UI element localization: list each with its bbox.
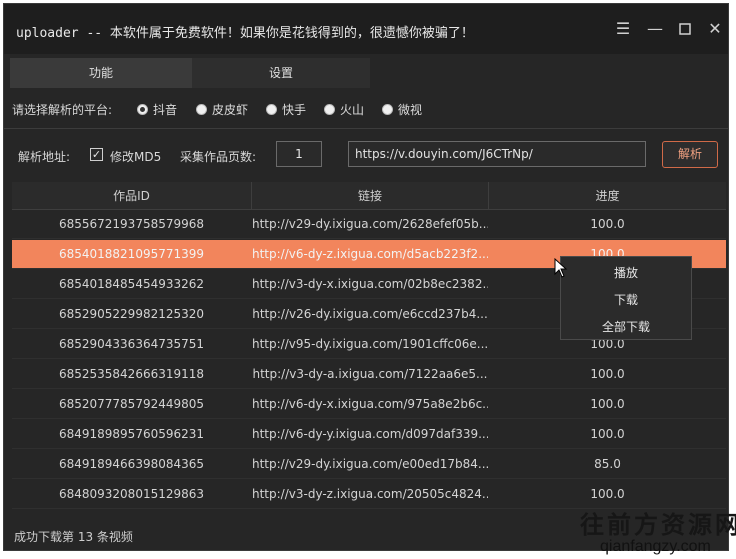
cell-link: http://v6-dy-y.ixigua.com/d097daf339... xyxy=(252,427,488,441)
row-separator xyxy=(12,448,726,449)
platform-selector: 请选择解析的平台: 抖音 皮皮虾 快手 火山 微视 xyxy=(4,98,728,120)
cell-id: 6852905229982125320 xyxy=(58,307,205,321)
row-separator xyxy=(12,358,726,359)
modify-md5-checkbox[interactable]: ✓ xyxy=(90,148,103,161)
window-title: uploader -- 本软件属于免费软件！如果你是花钱得到的，很遗憾你被骗了！ xyxy=(16,26,474,41)
cell-link: http://v29-dy.ixigua.com/e00ed17b84... xyxy=(252,457,488,471)
row-separator xyxy=(12,478,726,479)
radio-kuaishou[interactable]: 快手 xyxy=(266,100,306,118)
cell-id: 6854018485454933262 xyxy=(58,277,205,291)
radio-pipixia[interactable]: 皮皮虾 xyxy=(196,100,248,118)
radio-unchecked-icon xyxy=(266,103,277,115)
cell-progress: 100.0 xyxy=(590,427,625,441)
cell-link: http://v29-dy.ixigua.com/2628efef05b... xyxy=(252,217,488,231)
cell-id: 6855672193758579968 xyxy=(58,217,205,231)
radio-label: 微视 xyxy=(398,102,423,117)
row-separator xyxy=(12,238,726,239)
table-row[interactable]: 6852077785792449805 http://v6-dy-x.ixigua… xyxy=(12,390,726,418)
mouse-cursor-icon xyxy=(554,258,568,278)
tab-function[interactable]: 功能 xyxy=(10,58,192,88)
cell-link: http://v26-dy.ixigua.com/e6ccd237b4... xyxy=(252,307,488,321)
table-row[interactable]: 6855672193758579968 http://v29-dy.ixigua.… xyxy=(12,210,726,238)
context-menu-play[interactable]: 播放 xyxy=(561,260,691,286)
radio-unchecked-icon xyxy=(196,103,207,115)
table-row[interactable]: 6849189895760596231 http://v6-dy-y.ixigua… xyxy=(12,420,726,448)
cell-progress: 100.0 xyxy=(590,367,625,381)
cell-id: 6849189895760596231 xyxy=(58,427,205,441)
table-header: 作品ID 链接 进度 xyxy=(12,182,726,210)
pages-input[interactable]: 1 xyxy=(276,141,322,167)
tab-bar: 功能 设置 xyxy=(4,58,728,88)
column-header-progress[interactable]: 进度 xyxy=(489,182,726,210)
table-row[interactable]: 6852535842666319118 http://v3-dy-a.ixigua… xyxy=(12,360,726,388)
parse-address-label: 解析地址: xyxy=(18,150,71,164)
close-icon[interactable]: ✕ xyxy=(704,18,726,40)
radio-huoshan[interactable]: 火山 xyxy=(324,100,364,118)
maximize-icon[interactable] xyxy=(674,18,696,40)
radio-douyin[interactable]: 抖音 xyxy=(137,100,177,118)
hamburger-icon[interactable]: ☰ xyxy=(612,18,634,40)
cell-link: http://v3-dy-z.ixigua.com/20505c4824... xyxy=(252,487,488,501)
cell-link: http://v6-dy-x.ixigua.com/975a8e2b6c... xyxy=(252,397,488,411)
table-row[interactable]: 6849189466398084365 http://v29-dy.ixigua.… xyxy=(12,450,726,478)
cell-id: 6848093208015129863 xyxy=(58,487,205,501)
column-header-link[interactable]: 链接 xyxy=(252,182,489,210)
cell-link: http://v6-dy-z.ixigua.com/d5acb223f2... xyxy=(252,247,488,261)
row-separator xyxy=(12,418,726,419)
radio-unchecked-icon xyxy=(382,103,393,115)
watermark-url: qianfangzy.com xyxy=(600,538,711,555)
column-header-id[interactable]: 作品ID xyxy=(12,182,252,210)
radio-label: 火山 xyxy=(340,102,365,117)
watermark-logo: 往前方资源网 xyxy=(580,511,736,539)
tab-settings[interactable]: 设置 xyxy=(192,58,370,88)
cell-progress: 100.0 xyxy=(590,397,625,411)
status-text: 成功下载第 13 条视频 xyxy=(14,530,133,544)
radio-weishi[interactable]: 微视 xyxy=(382,100,422,118)
radio-label: 快手 xyxy=(282,102,307,117)
table-row[interactable]: 6848093208015129863 http://v3-dy-z.ixigua… xyxy=(12,480,726,508)
platform-label: 请选择解析的平台: xyxy=(12,103,113,117)
cell-progress: 85.0 xyxy=(594,457,621,471)
divider xyxy=(4,128,728,129)
cell-progress: 100.0 xyxy=(590,217,625,231)
cell-link: http://v3-dy-x.ixigua.com/02b8ec2382... xyxy=(252,277,488,291)
row-separator xyxy=(12,388,726,389)
pages-label: 采集作品页数: xyxy=(180,150,257,164)
cell-link: http://v3-dy-a.ixigua.com/7122aa6e5... xyxy=(252,367,488,381)
context-menu-download-all[interactable]: 全部下载 xyxy=(561,314,691,340)
radio-unchecked-icon xyxy=(324,103,335,115)
context-menu: 播放 下载 全部下载 xyxy=(560,256,692,340)
cell-id: 6852535842666319118 xyxy=(58,367,205,381)
radio-checked-icon xyxy=(137,103,148,115)
modify-md5-label: 修改MD5 xyxy=(110,150,162,164)
context-menu-download[interactable]: 下载 xyxy=(561,287,691,313)
cell-id: 6854018821095771399 xyxy=(58,247,205,261)
cell-link: http://v95-dy.ixigua.com/1901cffc06e... xyxy=(252,337,488,351)
cell-progress: 100.0 xyxy=(590,487,625,501)
cell-id: 6852904336364735751 xyxy=(58,337,205,351)
title-bar: uploader -- 本软件属于免费软件！如果你是花钱得到的，很遗憾你被骗了！… xyxy=(4,4,728,54)
parse-row: 解析地址: ✓ 修改MD5 采集作品页数: 1 https://v.douyin… xyxy=(4,138,728,170)
url-input[interactable]: https://v.douyin.com/J6CTrNp/ xyxy=(348,141,646,167)
radio-label: 皮皮虾 xyxy=(212,102,249,117)
parse-button[interactable]: 解析 xyxy=(662,141,718,168)
cell-id: 6852077785792449805 xyxy=(58,397,205,411)
cell-id: 6849189466398084365 xyxy=(58,457,205,471)
minimize-icon[interactable]: — xyxy=(644,18,666,40)
radio-label: 抖音 xyxy=(153,102,178,117)
results-table: 作品ID 链接 进度 6855672193758579968 http://v29… xyxy=(12,182,726,516)
